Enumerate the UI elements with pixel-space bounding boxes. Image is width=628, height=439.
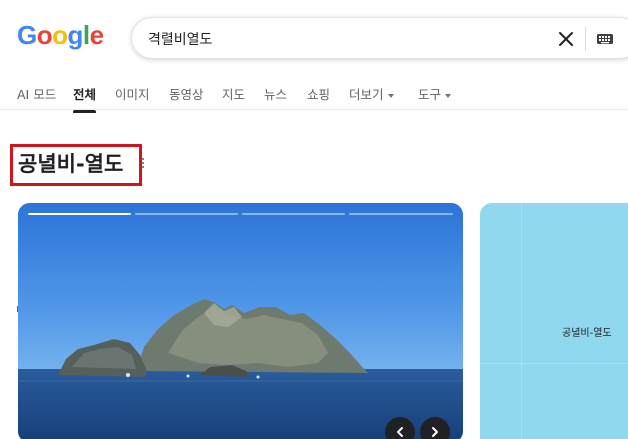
map-gridline — [480, 363, 628, 364]
chevron-down-icon — [445, 93, 452, 98]
tab-maps[interactable]: 지도 — [222, 84, 245, 103]
close-icon[interactable] — [555, 28, 577, 50]
logo-letter: e — [89, 20, 104, 50]
more-vert-icon[interactable] — [142, 158, 146, 172]
island-photo — [18, 203, 463, 439]
tab-more[interactable]: 더보기 — [349, 84, 394, 103]
map-gridline — [521, 203, 522, 439]
search-tabs: AI 모드 전체 이미지 동영상 지도 뉴스 쇼핑 더보기 도구 — [0, 80, 628, 113]
carousel-progress-segment — [28, 213, 131, 215]
keyboard-icon[interactable] — [596, 30, 614, 48]
tab-ai-mode[interactable]: AI 모드 — [17, 84, 56, 103]
logo-letter: o — [52, 20, 68, 50]
logo-letter: l — [82, 20, 90, 50]
logo-letter: G — [17, 20, 37, 50]
map-preview[interactable]: 공녈비-열도 — [480, 203, 628, 439]
chevron-right-icon — [432, 427, 438, 437]
carousel-progress-segment — [135, 213, 238, 215]
previous-button[interactable] — [385, 417, 415, 439]
map-place-label: 공녈비-열도 — [562, 328, 612, 339]
tab-all[interactable]: 전체 — [73, 84, 97, 113]
tab-news[interactable]: 뉴스 — [264, 84, 287, 103]
next-button[interactable] — [420, 417, 450, 439]
logo-letter: o — [36, 20, 53, 50]
carousel-progress-segment — [349, 213, 453, 215]
chevron-down-icon — [387, 93, 394, 98]
tab-more-label: 더보기 — [349, 87, 384, 102]
google-logo[interactable]: Google — [17, 20, 104, 51]
entity-title: 공녈비-열도 — [18, 152, 124, 176]
tab-images[interactable]: 이미지 — [115, 84, 150, 103]
search-divider — [585, 27, 586, 51]
logo-letter: g — [67, 20, 84, 50]
chevron-left-icon — [397, 427, 403, 437]
tab-shopping[interactable]: 쇼핑 — [307, 84, 330, 103]
search-input[interactable]: 격렬비열도 — [148, 29, 212, 49]
image-carousel[interactable] — [18, 203, 463, 439]
carousel-progress-segment — [242, 213, 345, 215]
tab-videos[interactable]: 동영상 — [169, 84, 204, 103]
tab-tools[interactable]: 도구 — [418, 84, 452, 103]
search-box[interactable]: 격렬비열도 — [131, 17, 628, 59]
tab-tools-label: 도구 — [418, 87, 442, 102]
